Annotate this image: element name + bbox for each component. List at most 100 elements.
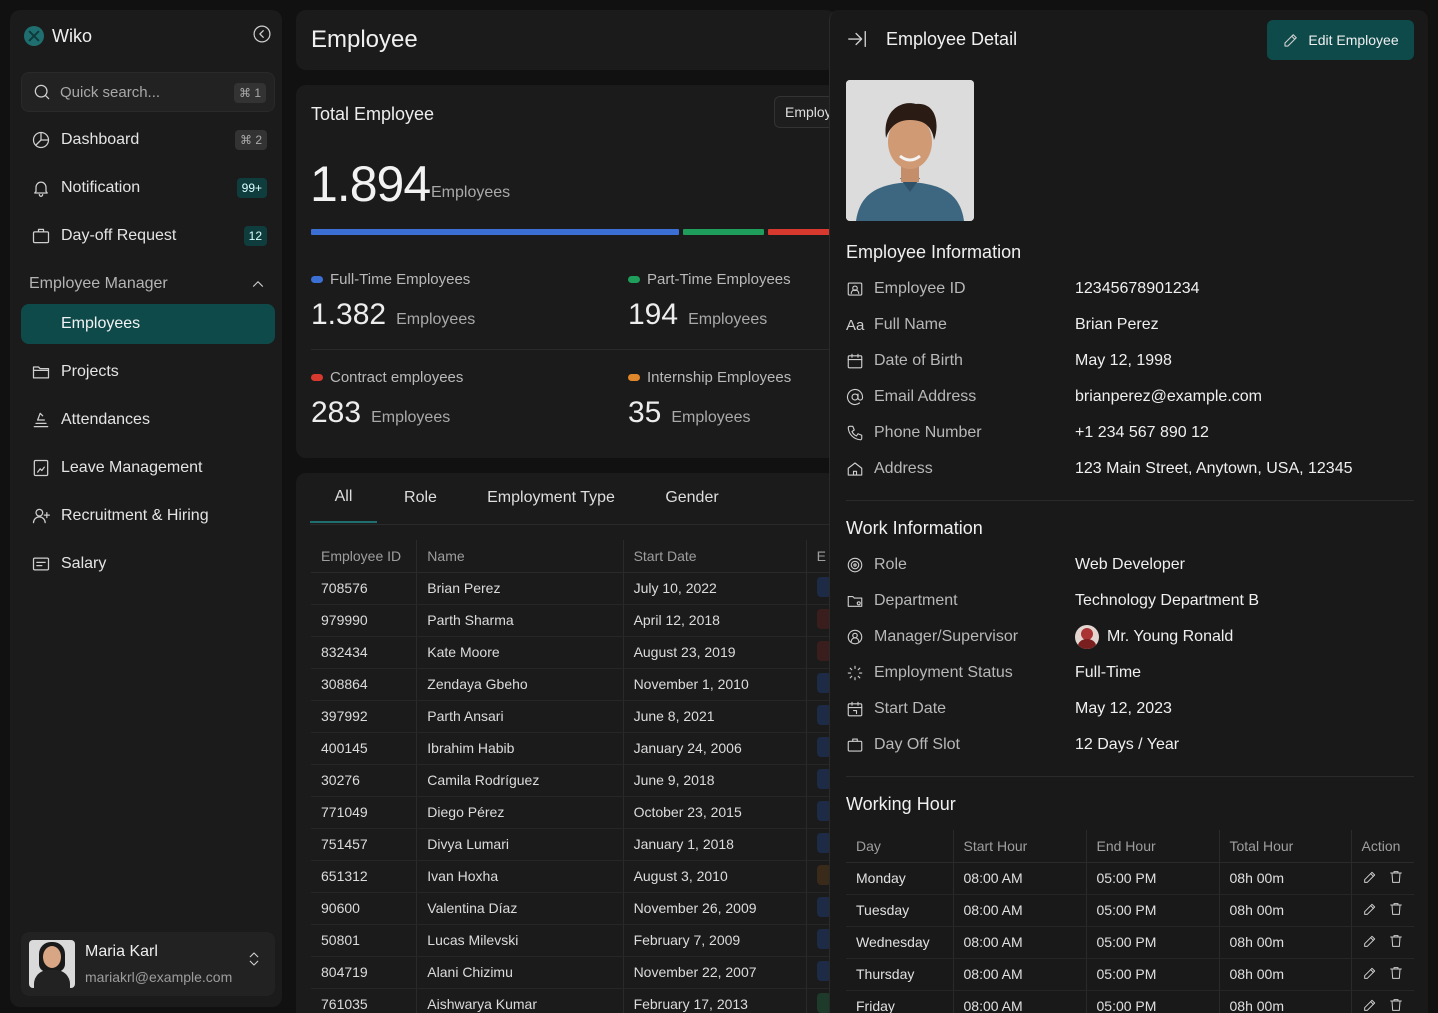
- user-profile-card[interactable]: Maria Karl mariakrl@example.com: [21, 932, 275, 996]
- contract-dot: [311, 374, 323, 381]
- stat-value: 194: [628, 298, 679, 331]
- table-row[interactable]: 308864 Zendaya Gbeho November 1, 2010: [311, 668, 836, 701]
- trash-icon[interactable]: [1388, 901, 1404, 917]
- info-label: Department: [874, 592, 958, 609]
- info-value[interactable]: Mr. Young Ronald: [1107, 628, 1233, 646]
- info-phone: Phone Number +1 234 567 890 12: [846, 422, 1416, 444]
- edit-employee-button[interactable]: Edit Employee: [1267, 20, 1414, 60]
- table-row[interactable]: 751457 Divya Lumari January 1, 2018: [311, 828, 836, 861]
- info-label: Phone Number: [874, 424, 982, 441]
- employee-id-cell: 90600: [311, 892, 417, 925]
- start-date-cell: January 24, 2006: [622, 732, 807, 765]
- start-date-cell: November 26, 2009: [622, 892, 807, 925]
- info-label: Address: [874, 460, 933, 477]
- info-label: Day Off Slot: [874, 736, 960, 753]
- section-divider: [846, 500, 1414, 501]
- nav-attendances[interactable]: Attendances: [21, 400, 275, 440]
- info-employment-status: Employment Status Full-Time: [846, 662, 1416, 684]
- table-row[interactable]: 397992 Parth Ansari June 8, 2021: [311, 700, 836, 733]
- nav-dashboard[interactable]: Dashboard ⌘ 2: [21, 120, 275, 160]
- employee-id-cell: 400145: [311, 732, 417, 765]
- edit-icon[interactable]: [1362, 869, 1378, 885]
- name-cell: Divya Lumari: [416, 828, 624, 861]
- tab-employment-type[interactable]: Employment Type: [464, 473, 638, 523]
- info-label: Employment Status: [874, 664, 1013, 681]
- stat-part-time: Part-Time Employees 194 Employees: [628, 271, 791, 332]
- chevron-up-icon: [252, 281, 264, 287]
- trash-icon[interactable]: [1388, 933, 1404, 949]
- name-cell: Parth Ansari: [416, 700, 624, 733]
- table-row[interactable]: 90600 Valentina Díaz November 26, 2009: [311, 892, 836, 925]
- employee-id-cell: 651312: [311, 860, 417, 893]
- part-time-dot: [628, 276, 640, 283]
- employee-photo: [846, 80, 974, 221]
- table-row[interactable]: 651312 Ivan Hoxha August 3, 2010: [311, 860, 836, 893]
- column-employee-id[interactable]: Employee ID: [311, 540, 417, 573]
- name-cell: Valentina Díaz: [416, 892, 624, 925]
- tab-gender[interactable]: Gender: [638, 473, 746, 523]
- employee-id-cell: 308864: [311, 668, 417, 701]
- search-input[interactable]: [60, 83, 220, 101]
- day-cell: Thursday: [846, 958, 953, 991]
- table-row[interactable]: 979990 Parth Sharma April 12, 2018: [311, 604, 836, 637]
- loader-icon: [847, 665, 863, 681]
- table-row: Monday 08:00 AM 05:00 PM 08h 00m: [846, 862, 1414, 895]
- table-row[interactable]: 30276 Camila Rodríguez June 9, 2018: [311, 764, 836, 797]
- info-date-of-birth: Date of Birth May 12, 1998: [846, 350, 1416, 372]
- column-start-date[interactable]: Start Date: [622, 540, 807, 573]
- employment-type-filter[interactable]: Employment Type: [774, 96, 836, 128]
- edit-icon[interactable]: [1362, 901, 1378, 917]
- edit-icon[interactable]: [1362, 965, 1378, 981]
- trash-icon[interactable]: [1388, 965, 1404, 981]
- tab-role[interactable]: Role: [377, 473, 464, 523]
- table-row[interactable]: 400145 Ibrahim Habib January 24, 2006: [311, 732, 836, 765]
- column-name[interactable]: Name: [416, 540, 624, 573]
- table-row[interactable]: 804719 Alani Chizimu November 22, 2007: [311, 956, 836, 989]
- table-row[interactable]: 832434 Kate Moore August 23, 2019: [311, 636, 836, 669]
- detail-title: Employee Detail: [886, 28, 1018, 49]
- table-row[interactable]: 50801 Lucas Milevski February 7, 2009: [311, 924, 836, 957]
- work-info-title: Work Information: [846, 518, 983, 538]
- collapse-sidebar-button[interactable]: [252, 24, 274, 46]
- nav-employees[interactable]: Employees: [21, 304, 275, 344]
- close-panel-icon[interactable]: [846, 28, 868, 50]
- table-row[interactable]: 708576 Brian Perez July 10, 2022: [311, 572, 836, 605]
- nav-recruitment[interactable]: Recruitment & Hiring: [21, 496, 275, 536]
- calendar-icon: [847, 353, 863, 369]
- edit-icon[interactable]: [1362, 933, 1378, 949]
- edit-icon[interactable]: [1362, 997, 1378, 1013]
- total-employee-title: Total Employee: [311, 104, 435, 124]
- table-header-row: Employee ID Name Start Date E: [311, 540, 836, 573]
- info-department: Department Technology Department B: [846, 590, 1416, 612]
- name-cell: Aishwarya Kumar: [416, 988, 624, 1013]
- nav-projects[interactable]: Projects: [21, 352, 275, 392]
- search-shortcut-badge: ⌘ 1: [233, 83, 266, 103]
- quick-search[interactable]: ⌘ 1: [21, 72, 275, 112]
- nav-day-off-request[interactable]: Day-off Request 12: [21, 216, 275, 256]
- full-time-dot: [311, 276, 323, 283]
- nav-notification[interactable]: Notification 99+: [21, 168, 275, 208]
- info-role: Role Web Developer: [846, 554, 1416, 576]
- tab-all[interactable]: All: [310, 473, 377, 523]
- nav-salary[interactable]: Salary: [21, 544, 275, 584]
- edit-employee-label: Edit Employee: [1308, 32, 1399, 48]
- page-title: Employee: [311, 26, 418, 53]
- employee-portrait: [846, 80, 974, 221]
- table-row[interactable]: 771049 Diego Pérez October 23, 2015: [311, 796, 836, 829]
- nav-leave-management[interactable]: Leave Management: [21, 448, 275, 488]
- start-date-cell: October 23, 2015: [622, 796, 807, 829]
- brand[interactable]: Wiko: [24, 24, 92, 48]
- day-cell: Friday: [846, 990, 953, 1013]
- id-card-icon: [847, 282, 863, 296]
- trash-icon[interactable]: [1388, 869, 1404, 885]
- total-employee-card: Total Employee Employment Type 1.894 Emp…: [296, 85, 836, 458]
- folder-icon: [32, 366, 50, 379]
- employee-manager-section[interactable]: Employee Manager: [29, 274, 267, 294]
- table-row[interactable]: 761035 Aishwarya Kumar February 17, 2013: [311, 988, 836, 1013]
- trash-icon[interactable]: [1388, 997, 1404, 1013]
- briefcase-icon: [32, 228, 50, 244]
- action-cell: [1350, 926, 1414, 959]
- chevron-up-down-icon[interactable]: [245, 950, 263, 968]
- filter-tabs: All Role Employment Type Gender: [310, 473, 746, 523]
- total-employee-unit: Employees: [431, 184, 511, 201]
